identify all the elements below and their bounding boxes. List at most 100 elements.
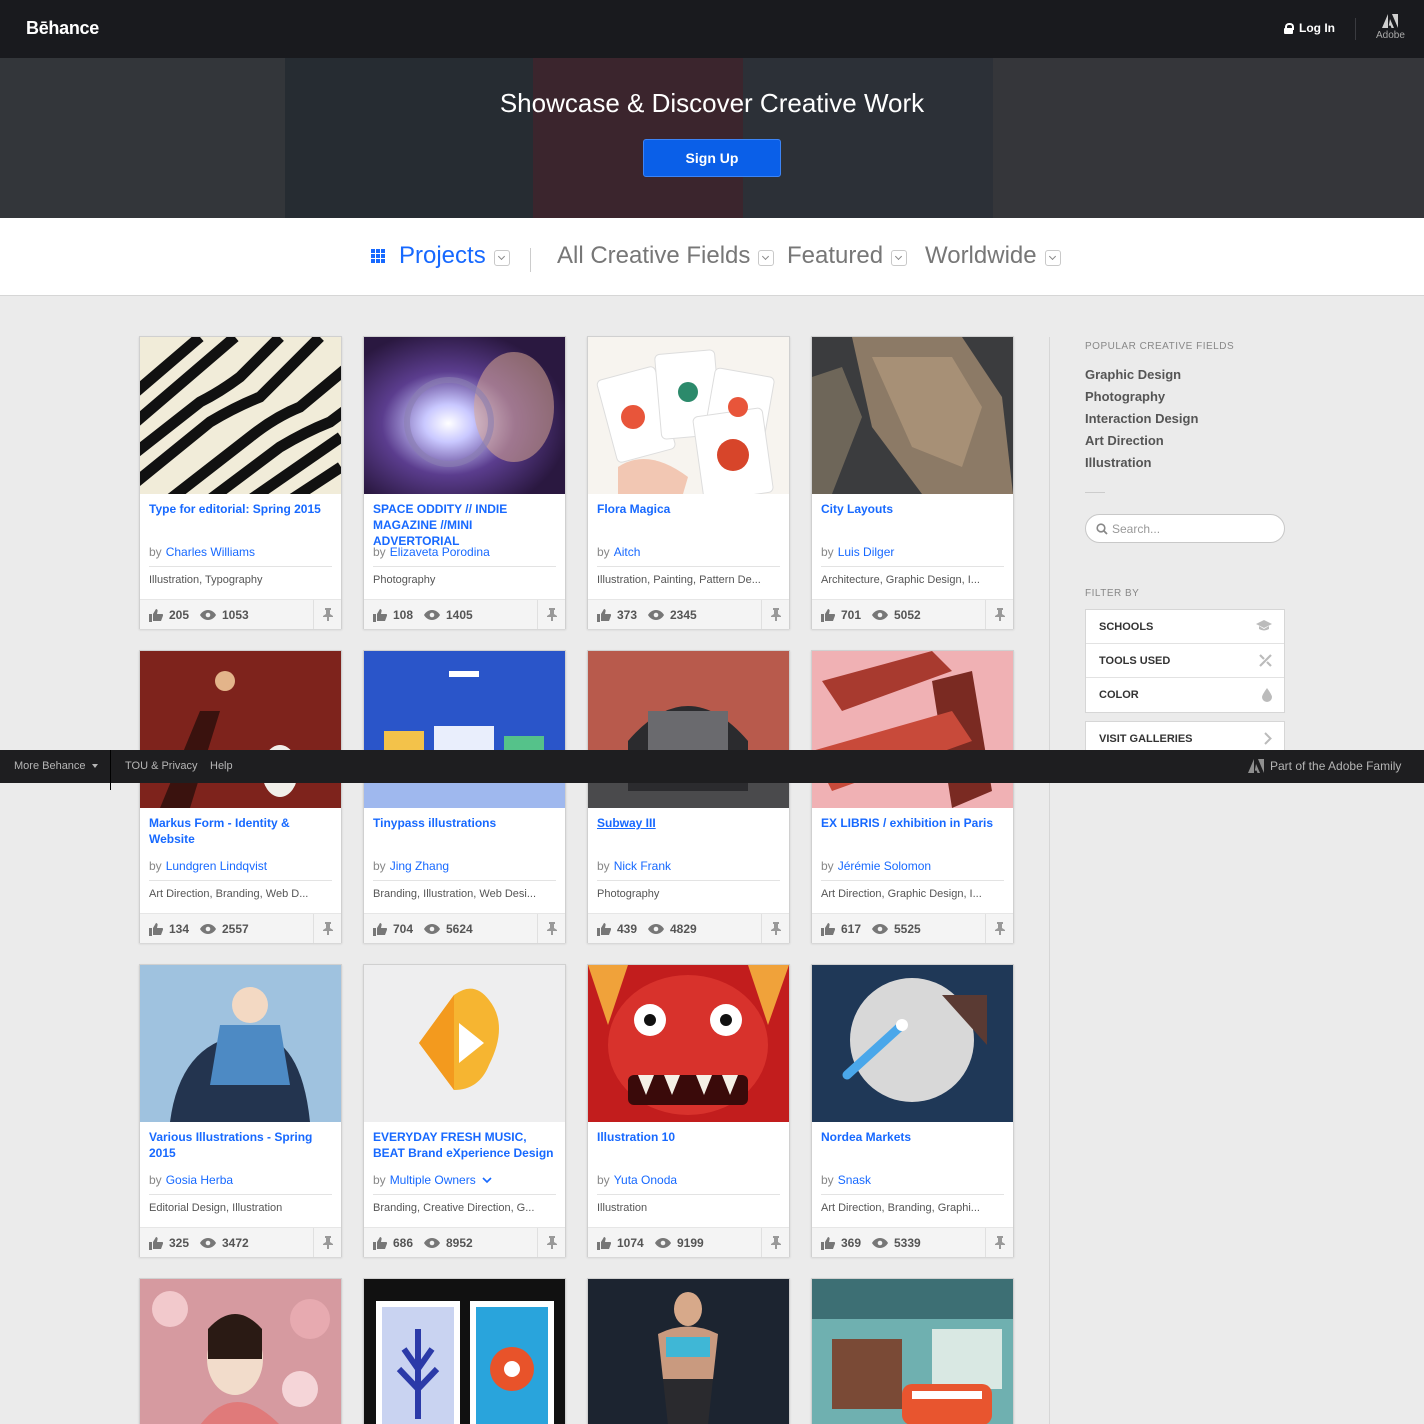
project-card[interactable]: Markus Form - Identity & Website by Lundg… (139, 650, 342, 943)
save-pin-button[interactable] (761, 600, 789, 629)
project-fields: Branding, Creative Direction, G... (373, 1202, 535, 1214)
project-title[interactable]: Flora Magica (597, 501, 782, 517)
project-thumbnail[interactable] (588, 651, 789, 808)
save-pin-button[interactable] (985, 914, 1013, 943)
project-card[interactable] (587, 1278, 790, 1424)
project-thumbnail[interactable] (812, 965, 1013, 1122)
project-thumbnail[interactable] (140, 651, 341, 808)
project-card[interactable]: Flora Magica by Aitch Illustration, Paint… (587, 336, 790, 629)
owner-link[interactable]: Jérémie Solomon (838, 859, 931, 873)
signup-button[interactable]: Sign Up (643, 139, 781, 177)
owner-link[interactable]: Lundgren Lindqvist (166, 859, 267, 873)
content-type-dropdown[interactable]: Projects (371, 242, 510, 270)
project-card[interactable] (363, 1278, 566, 1424)
save-pin-button[interactable] (313, 1228, 341, 1257)
search-input[interactable] (1112, 520, 1277, 538)
owner-link[interactable]: Multiple Owners (390, 1173, 476, 1187)
save-pin-button[interactable] (761, 1228, 789, 1257)
project-owner: by Charles Williams (149, 545, 256, 559)
thumbs-up-icon (373, 608, 387, 622)
project-card[interactable]: Illustration 10 by Yuta Onoda Illustratio… (587, 964, 790, 1257)
project-card[interactable]: Type for editorial: Spring 2015 by Charle… (139, 336, 342, 629)
project-card[interactable] (811, 1278, 1014, 1424)
project-card[interactable]: SPACE ODDITY // INDIE MAGAZINE //MINI AD… (363, 336, 566, 629)
project-card[interactable] (139, 1278, 342, 1424)
behance-logo[interactable]: Bēhance (26, 18, 99, 39)
visit-galleries-link[interactable]: VISIT GALLERIES (1086, 722, 1284, 750)
save-pin-button[interactable] (761, 914, 789, 943)
owner-link[interactable]: Snask (838, 1173, 871, 1187)
views-stat: 1405 (424, 608, 473, 622)
login-button[interactable]: Log In (1284, 21, 1335, 35)
creative-field-dropdown[interactable]: All Creative Fields (557, 242, 775, 270)
project-fields: Branding, Illustration, Web Desi... (373, 888, 537, 900)
save-pin-button[interactable] (537, 600, 565, 629)
project-title[interactable]: EVERYDAY FRESH MUSIC, BEAT Brand eXperie… (373, 1129, 558, 1161)
owner-link[interactable]: Luis Dilger (838, 545, 895, 559)
project-thumbnail[interactable] (588, 1279, 789, 1424)
project-thumbnail[interactable] (364, 965, 565, 1122)
popular-field-link[interactable]: Photography (1085, 389, 1165, 404)
save-pin-button[interactable] (985, 1228, 1013, 1257)
project-title[interactable]: SPACE ODDITY // INDIE MAGAZINE //MINI AD… (373, 501, 558, 549)
project-title[interactable]: Markus Form - Identity & Website (149, 815, 334, 847)
project-title[interactable]: Tinypass illustrations (373, 815, 558, 831)
adobe-link[interactable]: Adobe (1376, 14, 1405, 41)
project-thumbnail[interactable] (588, 337, 789, 494)
save-pin-button[interactable] (313, 914, 341, 943)
project-title[interactable]: Type for editorial: Spring 2015 (149, 501, 334, 517)
popular-field-link[interactable]: Graphic Design (1085, 367, 1181, 382)
project-card[interactable]: Subway III by Nick Frank Photography 439 … (587, 650, 790, 943)
project-thumbnail[interactable] (364, 1279, 565, 1424)
project-thumbnail[interactable] (812, 337, 1013, 494)
divider (530, 248, 531, 272)
project-card[interactable]: Various Illustrations - Spring 2015 by Go… (139, 964, 342, 1257)
filter-schools[interactable]: SCHOOLS (1086, 610, 1284, 644)
sort-dropdown[interactable]: Featured (787, 242, 908, 270)
search-field[interactable] (1085, 514, 1285, 543)
popular-field-link[interactable]: Interaction Design (1085, 411, 1198, 426)
project-card[interactable]: City Layouts by Luis Dilger Architecture,… (811, 336, 1014, 629)
owner-link[interactable]: Jing Zhang (390, 859, 449, 873)
project-thumbnail[interactable] (140, 965, 341, 1122)
project-thumbnail[interactable] (140, 1279, 341, 1424)
project-thumbnail[interactable] (364, 651, 565, 808)
owner-link[interactable]: Charles Williams (166, 545, 255, 559)
more-behance-menu[interactable]: More Behance (14, 760, 98, 772)
project-card[interactable]: Nordea Markets by Snask Art Direction, Br… (811, 964, 1014, 1257)
owner-link[interactable]: Yuta Onoda (614, 1173, 677, 1187)
adobe-family-link[interactable]: Part of the Adobe Family (1248, 759, 1401, 773)
popular-field-link[interactable]: Art Direction (1085, 433, 1164, 448)
filter-color[interactable]: COLOR (1086, 678, 1284, 712)
owner-link[interactable]: Gosia Herba (166, 1173, 233, 1187)
owner-link[interactable]: Elizaveta Porodina (390, 545, 490, 559)
chevron-down-icon[interactable] (482, 1177, 492, 1184)
project-card[interactable]: Tinypass illustrations by Jing Zhang Bran… (363, 650, 566, 943)
save-pin-button[interactable] (985, 600, 1013, 629)
project-thumbnail[interactable] (588, 965, 789, 1122)
pin-icon (546, 1236, 557, 1249)
location-dropdown[interactable]: Worldwide (925, 242, 1061, 270)
project-title[interactable]: Various Illustrations - Spring 2015 (149, 1129, 334, 1161)
tou-privacy-link[interactable]: TOU & Privacy (125, 760, 198, 772)
project-title[interactable]: Illustration 10 (597, 1129, 782, 1145)
owner-link[interactable]: Nick Frank (614, 859, 671, 873)
project-title[interactable]: Subway III (597, 815, 782, 831)
project-title[interactable]: EX LIBRIS / exhibition in Paris (821, 815, 1006, 831)
project-thumbnail[interactable] (812, 651, 1013, 808)
popular-field-link[interactable]: Illustration (1085, 455, 1151, 470)
project-title[interactable]: City Layouts (821, 501, 1006, 517)
project-thumbnail[interactable] (812, 1279, 1013, 1424)
save-pin-button[interactable] (313, 600, 341, 629)
save-pin-button[interactable] (537, 914, 565, 943)
filter-tools-used[interactable]: TOOLS USED (1086, 644, 1284, 678)
save-pin-button[interactable] (537, 1228, 565, 1257)
project-thumbnail[interactable] (364, 337, 565, 494)
project-card[interactable]: EVERYDAY FRESH MUSIC, BEAT Brand eXperie… (363, 964, 566, 1257)
project-title[interactable]: Nordea Markets (821, 1129, 1006, 1145)
project-thumbnail[interactable] (140, 337, 341, 494)
owner-link[interactable]: Aitch (614, 545, 641, 559)
project-card[interactable]: EX LIBRIS / exhibition in Paris by Jérémi… (811, 650, 1014, 943)
appreciations-stat: 108 (373, 608, 413, 622)
help-link[interactable]: Help (210, 760, 233, 772)
